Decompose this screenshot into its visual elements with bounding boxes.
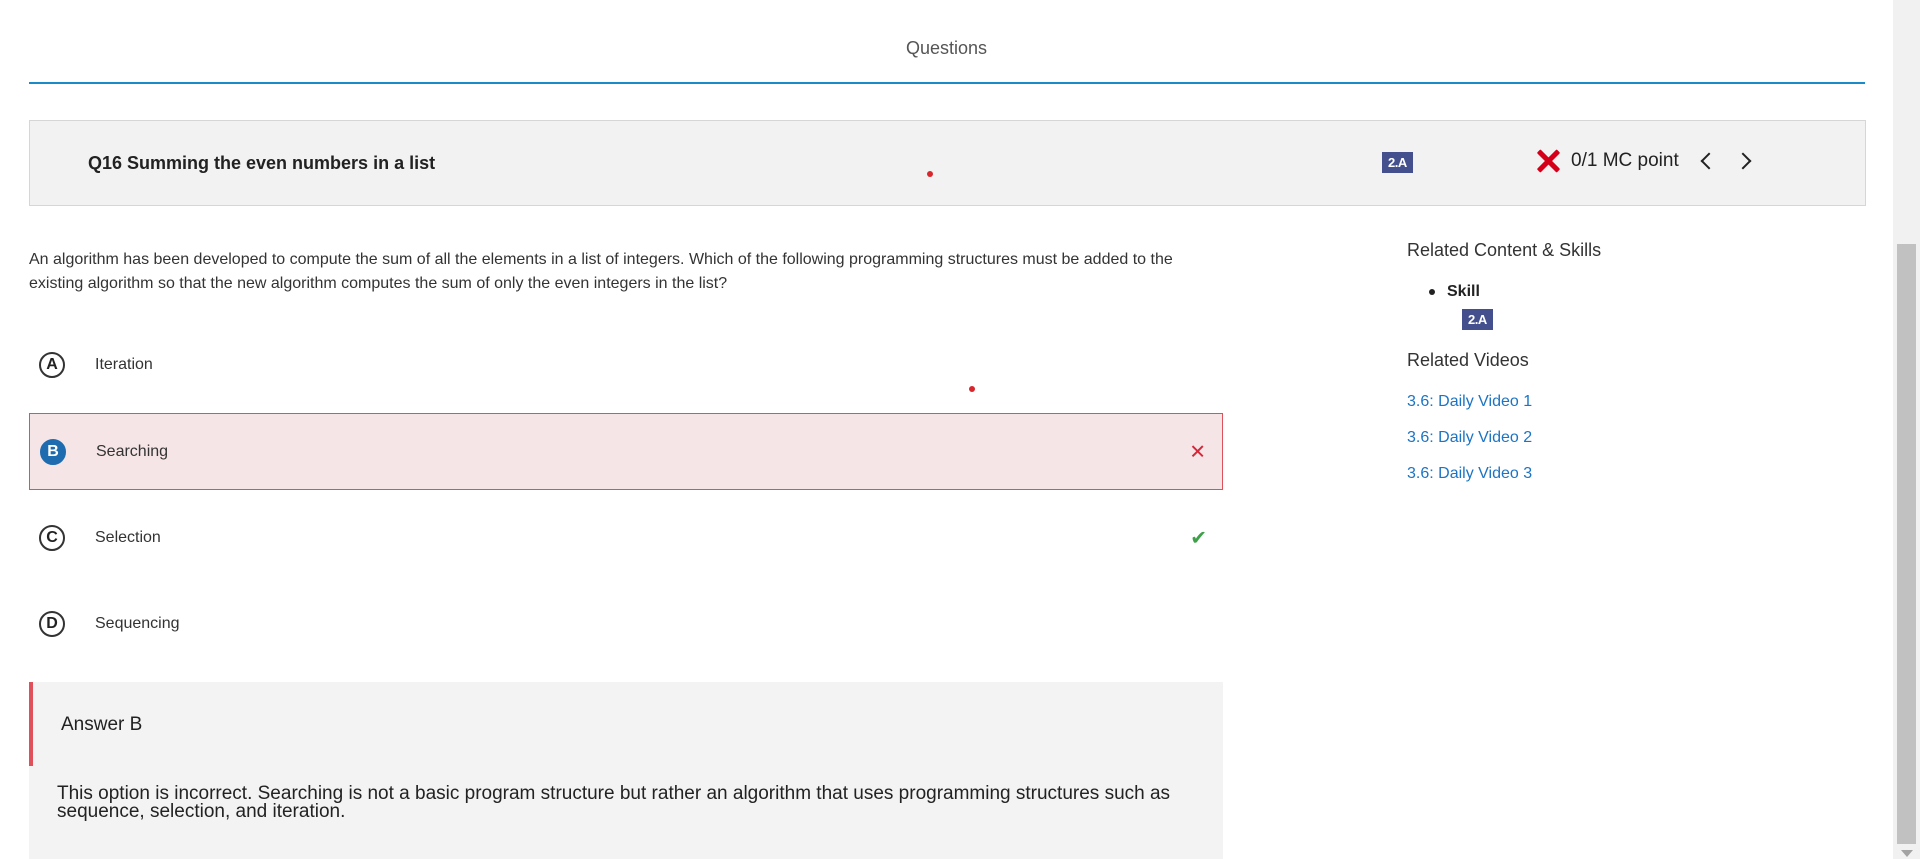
next-question-chevron-icon[interactable]	[1734, 152, 1752, 170]
skill-badge: 2.A	[1382, 152, 1413, 173]
red-dot-marker	[927, 171, 933, 177]
previous-question-chevron-icon[interactable]	[1700, 152, 1718, 170]
option-label: Sequencing	[95, 614, 180, 632]
question-text: An algorithm has been developed to compu…	[29, 251, 1173, 292]
option-b[interactable]: B Searching ✕	[29, 413, 1223, 490]
related-content-heading: Related Content & Skills	[1407, 240, 1602, 260]
answer-explanation-text: This option is incorrect. Searching is n…	[57, 783, 1171, 822]
bullet-icon	[1429, 289, 1435, 295]
question-title: Q16 Summing the even numbers in a list	[88, 153, 436, 173]
option-letter-d: D	[39, 610, 65, 637]
scrollbar-thumb[interactable]	[1897, 244, 1916, 844]
option-label: Searching	[96, 442, 169, 460]
vertical-scrollbar[interactable]	[1893, 0, 1920, 859]
related-videos-heading: Related Videos	[1407, 350, 1529, 370]
score-area: 0/1 MC point	[1535, 148, 1752, 174]
video-link[interactable]: 3.6: Daily Video 3	[1407, 465, 1827, 483]
answer-title: Answer B	[61, 714, 143, 735]
option-letter-a: A	[39, 351, 65, 378]
option-letter-b: B	[40, 438, 66, 465]
related-sidebar: Related Content & Skills Skill 2.A Relat…	[1407, 240, 1827, 483]
option-label: Selection	[95, 528, 161, 546]
skill-label: Skill	[1447, 283, 1480, 300]
skill-badge: 2.A	[1462, 309, 1493, 330]
score-text: 0/1 MC point	[1571, 150, 1679, 171]
video-link[interactable]: 3.6: Daily Video 1	[1407, 393, 1827, 411]
red-dot-marker	[969, 386, 975, 392]
option-a[interactable]: A Iteration	[29, 326, 1223, 403]
question-header-bar: Q16 Summing the even numbers in a list 2…	[29, 120, 1866, 206]
answer-accent-bar	[29, 682, 33, 766]
video-link[interactable]: 3.6: Daily Video 2	[1407, 429, 1827, 447]
incorrect-x-icon	[1535, 148, 1561, 174]
tab-questions[interactable]: Questions	[0, 38, 1893, 59]
option-d[interactable]: D Sequencing	[29, 585, 1223, 662]
correct-check-icon: ✔	[1190, 527, 1207, 549]
scroll-down-arrow-icon[interactable]	[1901, 850, 1913, 857]
option-c[interactable]: C Selection ✔	[29, 499, 1223, 576]
tab-underline	[29, 82, 1865, 84]
option-letter-c: C	[39, 524, 65, 551]
option-label: Iteration	[95, 355, 153, 373]
answer-explanation-panel: Answer B This option is incorrect. Searc…	[29, 682, 1223, 859]
skill-list: Skill 2.A	[1429, 283, 1827, 330]
page: Questions Q16 Summing the even numbers i…	[0, 0, 1893, 859]
incorrect-x-icon: ✕	[1189, 441, 1206, 463]
skill-list-item: Skill	[1429, 283, 1827, 301]
